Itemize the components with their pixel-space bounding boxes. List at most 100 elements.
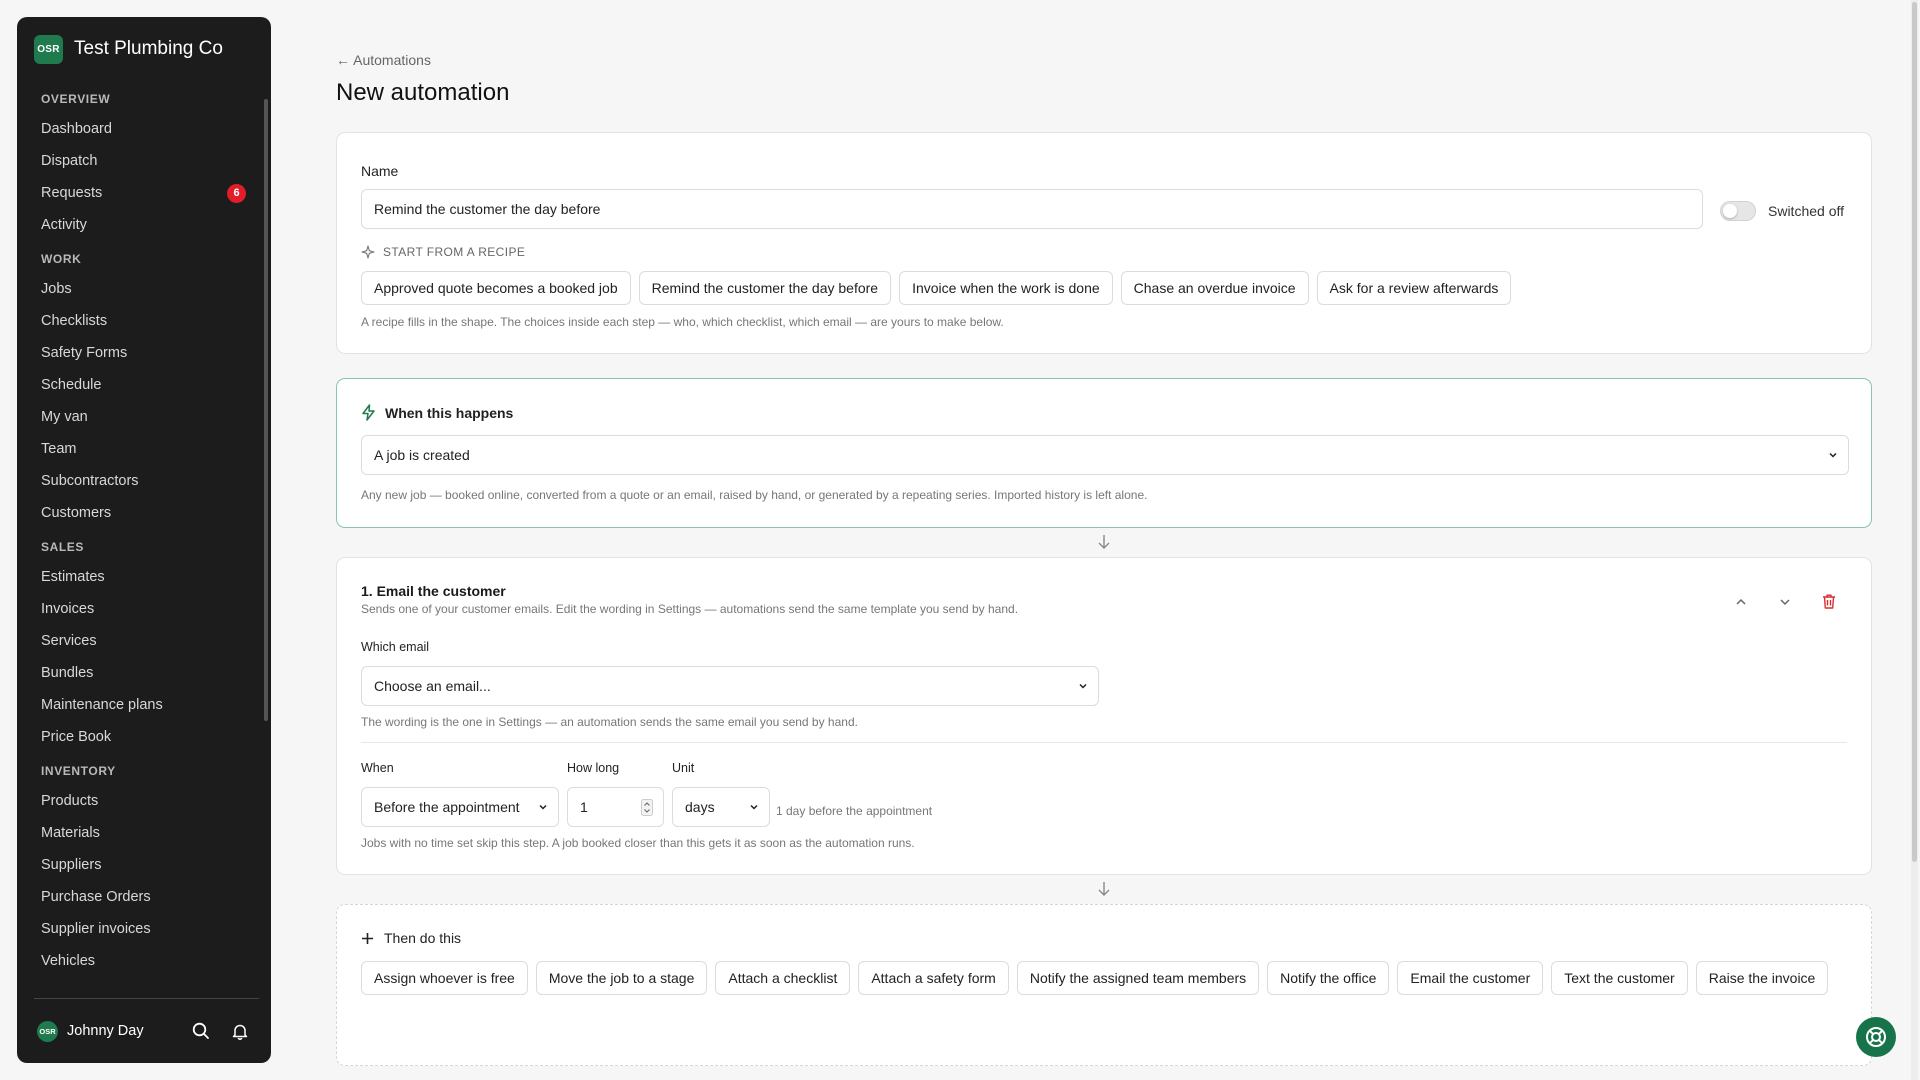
sidebar-item-label: Purchase Orders [41, 889, 151, 905]
user-menu[interactable]: OSR Johnny Day [17, 999, 271, 1063]
how-long-value: 1 [580, 799, 588, 815]
enabled-toggle[interactable] [1720, 201, 1756, 221]
sidebar-item-products[interactable]: Products [17, 785, 271, 817]
sidebar-item-my-van[interactable]: My van [17, 401, 271, 433]
name-input-value: Remind the customer the day before [374, 201, 601, 217]
sidebar-item-vehicles[interactable]: Vehicles [17, 945, 271, 977]
sidebar: OSR Test Plumbing Co OVERVIEW Dashboard … [17, 17, 271, 1063]
sidebar-item-label: Customers [41, 505, 112, 521]
add-action-heading[interactable]: Then do this [361, 930, 461, 946]
search-icon[interactable] [190, 1020, 212, 1042]
sidebar-item-label: Activity [41, 217, 87, 233]
requests-count-badge: 6 [227, 184, 246, 203]
sidebar-item-label: Team [41, 441, 77, 457]
sidebar-item-safety-forms[interactable]: Safety Forms [17, 337, 271, 369]
action-chip-email-customer[interactable]: Email the customer [1397, 961, 1544, 995]
sidebar-item-label: Supplier invoices [41, 921, 151, 937]
action-chip-assign[interactable]: Assign whoever is free [361, 961, 528, 995]
when-select-value: Before the appointment [374, 799, 520, 815]
recipe-chip[interactable]: Chase an overdue invoice [1120, 271, 1309, 305]
sidebar-item-customers[interactable]: Customers [17, 497, 271, 529]
sidebar-item-invoices[interactable]: Invoices [17, 593, 271, 625]
sidebar-item-materials[interactable]: Materials [17, 817, 271, 849]
sidebar-item-suppliers[interactable]: Suppliers [17, 849, 271, 881]
trigger-select-value: A job is created [374, 447, 470, 463]
name-card: Name Remind the customer the day before … [336, 132, 1872, 354]
recipe-chip[interactable]: Invoice when the work is done [899, 271, 1113, 305]
timing-hint: Jobs with no time set skip this step. A … [361, 836, 915, 850]
sidebar-item-activity[interactable]: Activity [17, 209, 271, 241]
name-label: Name [361, 163, 399, 179]
brand[interactable]: OSR Test Plumbing Co [17, 17, 271, 81]
action-chip-attach-checklist[interactable]: Attach a checklist [715, 961, 851, 995]
how-long-stepper[interactable]: 1 [567, 787, 664, 827]
chevron-down-icon[interactable] [1778, 595, 1792, 609]
sidebar-item-label: Safety Forms [41, 345, 128, 361]
sidebar-item-price-book[interactable]: Price Book [17, 721, 271, 753]
help-button[interactable] [1856, 1017, 1896, 1057]
sidebar-item-label: Dispatch [41, 153, 98, 169]
how-long-label: How long [567, 761, 620, 775]
action-chip-attach-safety-form[interactable]: Attach a safety form [858, 961, 1009, 995]
sidebar-item-label: Bundles [41, 665, 94, 681]
nav-group-sales: SALES [41, 540, 85, 554]
which-email-value: Choose an email... [374, 678, 491, 694]
user-name: Johnny Day [67, 1023, 144, 1039]
sidebar-item-schedule[interactable]: Schedule [17, 369, 271, 401]
trigger-select[interactable]: A job is created [361, 435, 1849, 475]
sidebar-item-jobs[interactable]: Jobs [17, 273, 271, 305]
which-email-hint: The wording is the one in Settings — an … [361, 715, 858, 729]
unit-select[interactable]: days [672, 787, 770, 827]
action-chip-text-customer[interactable]: Text the customer [1551, 961, 1688, 995]
trash-icon[interactable] [1821, 593, 1837, 610]
recipe-hint: A recipe fills in the shape. The choices… [361, 315, 1004, 329]
sidebar-item-subcontractors[interactable]: Subcontractors [17, 465, 271, 497]
page-title: New automation [336, 79, 510, 106]
arrow-down-icon [1098, 535, 1110, 549]
sidebar-item-label: Dashboard [41, 121, 112, 137]
action-chip-notify-team[interactable]: Notify the assigned team members [1016, 961, 1260, 995]
sidebar-item-dispatch[interactable]: Dispatch [17, 145, 271, 177]
back-link[interactable]: ← Automations [336, 52, 431, 68]
step-subtitle: Sends one of your customer emails. Edit … [361, 602, 1019, 616]
sidebar-item-estimates[interactable]: Estimates [17, 561, 271, 593]
when-select[interactable]: Before the appointment [361, 787, 559, 827]
unit-label: Unit [672, 761, 695, 775]
name-input[interactable]: Remind the customer the day before [361, 189, 1703, 229]
which-email-select[interactable]: Choose an email... [361, 666, 1099, 706]
step-card: 1. Email the customer Sends one of your … [336, 557, 1872, 875]
sidebar-item-bundles[interactable]: Bundles [17, 657, 271, 689]
sidebar-item-label: Maintenance plans [41, 697, 163, 713]
toggle-label: Switched off [1768, 203, 1845, 219]
sidebar-item-team[interactable]: Team [17, 433, 271, 465]
sidebar-item-label: Price Book [41, 729, 112, 745]
chevron-up-icon[interactable] [1734, 595, 1748, 609]
timing-summary: 1 day before the appointment [776, 804, 933, 818]
sidebar-item-maintenance-plans[interactable]: Maintenance plans [17, 689, 271, 721]
sidebar-item-label: Schedule [41, 377, 102, 393]
recipe-chip[interactable]: Approved quote becomes a booked job [361, 271, 631, 305]
which-email-label: Which email [361, 640, 430, 654]
bell-icon[interactable] [229, 1020, 251, 1042]
sidebar-item-label: Invoices [41, 601, 95, 617]
sidebar-item-label: Services [41, 633, 97, 649]
sidebar-item-checklists[interactable]: Checklists [17, 305, 271, 337]
action-chip-move-stage[interactable]: Move the job to a stage [535, 961, 708, 995]
action-chip-notify-office[interactable]: Notify the office [1267, 961, 1390, 995]
chevron-down-icon [539, 804, 547, 810]
sidebar-scrollbar[interactable] [264, 99, 268, 721]
sidebar-item-purchase-orders[interactable]: Purchase Orders [17, 881, 271, 913]
chevron-down-icon [1829, 452, 1837, 458]
recipe-chip[interactable]: Remind the customer the day before [638, 271, 892, 305]
stepper-arrows-icon[interactable] [641, 799, 653, 816]
sidebar-item-requests[interactable]: Requests 6 [17, 177, 271, 209]
recipe-chip[interactable]: Ask for a review afterwards [1316, 271, 1512, 305]
actions-title: Then do this [384, 930, 462, 946]
sidebar-item-supplier-invoices[interactable]: Supplier invoices [17, 913, 271, 945]
actions-card: Then do this Assign whoever is free Move… [336, 904, 1872, 1066]
page-scrollbar[interactable] [1911, 0, 1918, 1080]
sidebar-item-services[interactable]: Services [17, 625, 271, 657]
action-chip-raise-invoice[interactable]: Raise the invoice [1695, 961, 1829, 995]
chevron-down-icon [750, 804, 758, 810]
sidebar-item-dashboard[interactable]: Dashboard [17, 113, 271, 145]
